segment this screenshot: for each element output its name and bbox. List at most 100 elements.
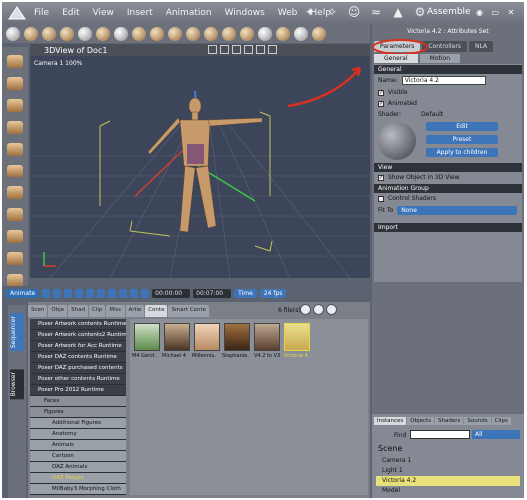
tree-item[interactable]: Poser Artwork contents Runtime	[30, 319, 126, 330]
preset-button[interactable]: Preset	[426, 135, 498, 144]
rotate-tool-icon[interactable]	[7, 55, 23, 68]
menu-edit[interactable]: Edit	[62, 8, 79, 18]
dots-icon[interactable]	[240, 26, 254, 41]
camera-icon[interactable]	[222, 26, 236, 41]
item-thumb-5[interactable]	[284, 323, 310, 351]
layout-four-icon[interactable]	[244, 45, 253, 54]
apply-children-button[interactable]: Apply to children	[426, 148, 498, 157]
tree-item[interactable]: Poser Pro 2012 Runtime	[30, 385, 126, 396]
subtab-motion[interactable]: Motion	[419, 54, 460, 63]
menu-insert[interactable]: Insert	[127, 8, 153, 18]
window-controls[interactable]: ◉ ▭ ✕	[476, 8, 517, 17]
rewind-button[interactable]	[42, 289, 51, 298]
figure-icon[interactable]	[132, 26, 146, 41]
key-remove-button[interactable]	[130, 289, 139, 298]
menu-windows[interactable]: Windows	[225, 8, 265, 18]
tab-objects[interactable]: Obje	[48, 305, 68, 317]
loop-button[interactable]	[108, 289, 117, 298]
tree-item[interactable]: Additional Figures	[30, 418, 126, 429]
fps-select[interactable]: 24 fps	[259, 289, 287, 298]
tab-smart-content[interactable]: Smart Conte	[168, 305, 210, 317]
find-input[interactable]	[410, 430, 470, 439]
tree-item[interactable]: Anatomy	[30, 429, 126, 440]
material-room-icon[interactable]: ✧	[324, 4, 340, 20]
layout-tall-icon[interactable]	[268, 45, 277, 54]
tree-item[interactable]: Cartoon	[30, 451, 126, 462]
item-thumb-0[interactable]	[134, 323, 160, 351]
tree-item[interactable]: DAZ People	[30, 473, 126, 484]
section-import[interactable]: Import	[374, 223, 522, 232]
item-thumb-4[interactable]	[254, 323, 280, 351]
tree-item[interactable]: Poser DAZ contents Runtime	[30, 352, 126, 363]
tree-item[interactable]: Poser Artwork for Acc Runtime	[30, 341, 126, 352]
scale-tool-icon[interactable]	[7, 120, 23, 134]
tab-sounds[interactable]: Sounds	[464, 417, 491, 425]
show-object-checkbox[interactable]: ✓	[378, 174, 384, 181]
preview-icon[interactable]	[276, 26, 290, 41]
setup-room-icon[interactable]: ⚙	[412, 4, 428, 20]
end-time-field[interactable]: 00:07:00	[193, 289, 232, 298]
name-field[interactable]: Victoria 4.2	[401, 76, 486, 85]
section-view[interactable]: View	[374, 163, 522, 172]
tab-content[interactable]: Conte	[145, 305, 168, 317]
section-general[interactable]: General	[374, 65, 522, 74]
tab-shaders[interactable]: Shad	[68, 305, 88, 317]
scene-item-victoria[interactable]: Victoria 4.2	[376, 476, 520, 486]
display-mode-icon[interactable]	[114, 26, 128, 41]
layout-three-icon[interactable]	[232, 45, 241, 54]
menu-view[interactable]: View	[93, 8, 114, 18]
view-toggle-2[interactable]	[313, 304, 324, 315]
item-thumb-3[interactable]	[224, 323, 250, 351]
tab-shaders-scene[interactable]: Shaders	[435, 417, 464, 425]
tree-item[interactable]: Figures	[30, 407, 126, 418]
layout-wide-icon[interactable]	[256, 45, 265, 54]
move-xz-icon[interactable]	[7, 208, 23, 222]
tab-artwork[interactable]: Artw	[125, 305, 145, 317]
tree-item[interactable]: Animals	[30, 440, 126, 451]
taper-tool-icon[interactable]	[7, 142, 23, 156]
menu-web[interactable]: Web	[278, 8, 298, 18]
subtab-general[interactable]: General	[374, 54, 418, 63]
visible-checkbox[interactable]: ✓	[378, 89, 384, 96]
tree-item[interactable]: Poser DAZ purchased contents	[30, 363, 126, 374]
prev-frame-button[interactable]	[53, 289, 62, 298]
settings-icon[interactable]	[312, 26, 326, 41]
fit-to-select[interactable]: None	[397, 206, 518, 215]
tab-nla[interactable]: NLA	[468, 41, 494, 52]
tree-item[interactable]: DAZ Animals	[30, 462, 126, 473]
3d-viewport[interactable]: Camera 1 100%	[30, 56, 370, 278]
view-toggle-3[interactable]	[326, 304, 337, 315]
scene-item-camera[interactable]: Camera 1	[376, 456, 520, 466]
menu-animation[interactable]: Animation	[166, 8, 212, 18]
tab-instances[interactable]: Instances	[374, 417, 407, 425]
tree-item[interactable]: Poser other contents Runtime	[30, 374, 126, 385]
section-animation-group[interactable]: Animation Group	[374, 184, 522, 193]
head-icon[interactable]	[96, 26, 110, 41]
camera-dolly-icon[interactable]	[7, 252, 23, 266]
item-thumb-1[interactable]	[164, 323, 190, 351]
edit-button[interactable]: Edit	[426, 122, 498, 131]
tab-objects-scene[interactable]: Objects	[407, 417, 435, 425]
pose-room-icon[interactable]: ✦	[302, 4, 318, 20]
mannequin-icon[interactable]	[186, 26, 200, 41]
tree-item[interactable]: Faces	[30, 396, 126, 407]
key-add-button[interactable]	[119, 289, 128, 298]
shader-value[interactable]: Default	[421, 111, 443, 118]
browser-tab[interactable]: Browser	[10, 369, 24, 400]
tree-item[interactable]: MilBaby3 Morphing Cloth	[30, 484, 126, 495]
move-xy-icon[interactable]	[7, 186, 23, 200]
twist-tool-icon[interactable]	[7, 76, 23, 90]
next-frame-button[interactable]	[86, 289, 95, 298]
item-thumb-2[interactable]	[194, 323, 220, 351]
control-shaders-checkbox[interactable]	[378, 195, 384, 202]
layout-two-icon[interactable]	[220, 45, 229, 54]
animated-checkbox[interactable]: ✓	[378, 100, 384, 107]
hair-room-icon[interactable]: ≈	[368, 4, 384, 20]
time-mode-select[interactable]: Time	[234, 289, 257, 298]
trackball-icon[interactable]	[7, 230, 23, 244]
shade-icon[interactable]	[294, 26, 308, 41]
brush-icon[interactable]	[60, 26, 74, 41]
chain-break-icon[interactable]	[7, 164, 23, 178]
light-icon[interactable]	[150, 26, 164, 41]
stop-button[interactable]	[64, 289, 73, 298]
